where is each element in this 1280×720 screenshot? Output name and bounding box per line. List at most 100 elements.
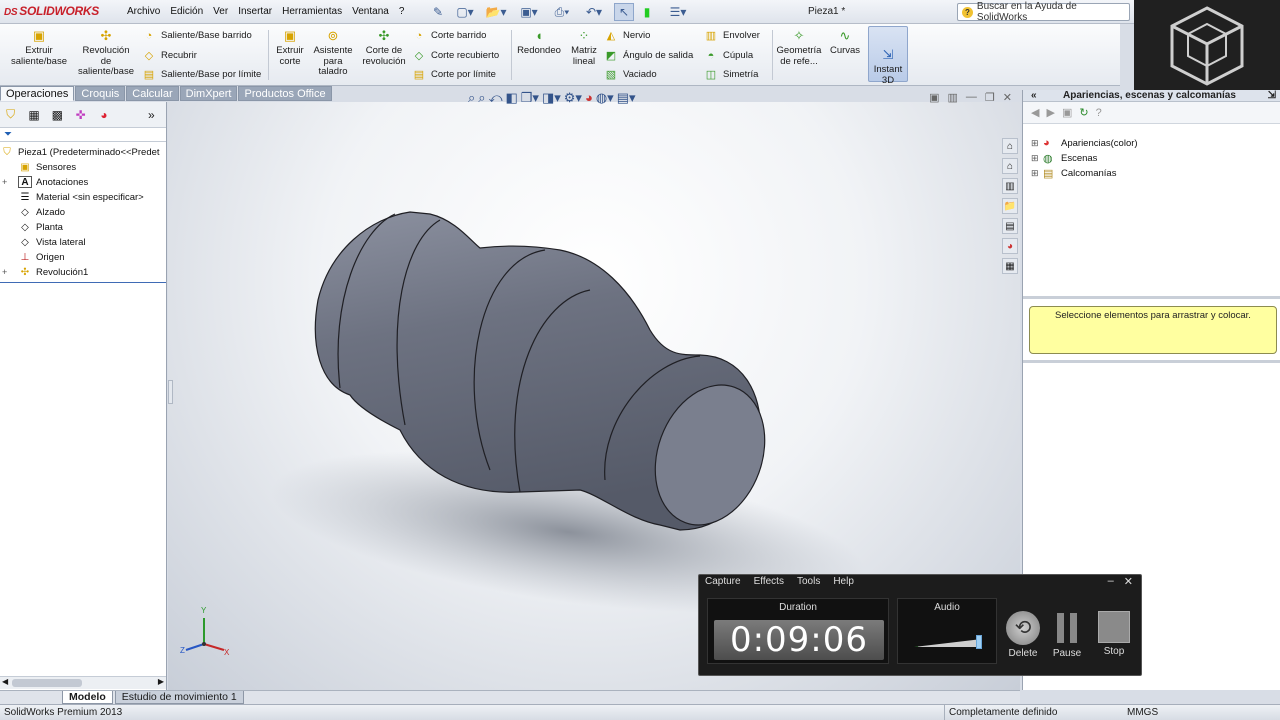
pane-splitter[interactable] xyxy=(1023,360,1280,363)
tree-item-right-plane[interactable]: ◇ Vista lateral xyxy=(8,236,85,248)
help-pane-icon[interactable]: ? xyxy=(1096,107,1102,119)
extrude-cut-button[interactable]: ▣ Extruir corte xyxy=(272,28,308,67)
custom-properties-icon[interactable]: ▦ xyxy=(1002,258,1018,274)
tab-calcular[interactable]: Calcular xyxy=(126,86,179,101)
tab-modelo[interactable]: Modelo xyxy=(62,691,113,704)
recorder-menu-capture[interactable]: Capture xyxy=(705,576,741,587)
menu-ventana[interactable]: Ventana xyxy=(347,0,394,24)
recorder-menu-effects[interactable]: Effects xyxy=(754,576,784,587)
feature-tree-tab-icon[interactable]: ⛉ xyxy=(2,106,19,124)
save-icon[interactable]: ▣▾ xyxy=(516,3,542,21)
expand-scenes-icon[interactable]: ⊞ xyxy=(1031,153,1043,164)
linear-pattern-button[interactable]: ⁘ Matriz lineal xyxy=(566,28,602,67)
property-manager-tab-icon[interactable]: ▦ xyxy=(25,106,42,124)
options-icon[interactable]: ☰▾ xyxy=(664,3,692,21)
recorder-menu-help[interactable]: Help xyxy=(833,576,854,587)
print-icon[interactable]: ⎙▾ xyxy=(550,3,574,21)
tab-operaciones[interactable]: Operaciones xyxy=(0,86,75,101)
shell-button[interactable]: ▧ Vaciado xyxy=(604,68,657,81)
solidworks-resources-icon[interactable]: ⌂ xyxy=(1002,138,1018,154)
menu-insertar[interactable]: Insertar xyxy=(233,0,277,24)
mirror-button[interactable]: ◫ Simetría xyxy=(704,68,759,81)
loft-button[interactable]: ◇ Recubrir xyxy=(142,49,197,62)
boundary-cut-button[interactable]: ▤ Corte por límite xyxy=(412,68,496,81)
display-manager-tab-icon[interactable]: ◕ xyxy=(95,106,112,124)
tree-item-annotations[interactable]: + A Anotaciones xyxy=(2,176,88,188)
filter-icon[interactable]: ⏷ xyxy=(0,128,166,142)
refresh-icon[interactable]: ↻ xyxy=(1079,106,1088,119)
panel-splitter-handle[interactable] xyxy=(168,380,173,404)
delete-button[interactable]: ⟲ Delete xyxy=(1001,611,1045,659)
rib-button[interactable]: ◭ Nervio xyxy=(604,29,651,42)
undo-icon[interactable]: ↶▾ xyxy=(582,3,606,21)
tree-item-scenes[interactable]: ⊞ ◍ Escenas xyxy=(1031,152,1097,165)
new-document-icon[interactable]: ▢▾ xyxy=(454,3,476,21)
pin-task-pane-icon[interactable]: ⇲ xyxy=(1268,90,1276,102)
view-palette-icon[interactable]: ▤ xyxy=(1002,218,1018,234)
expand-panel-icon[interactable]: » xyxy=(143,106,160,124)
dimxpert-manager-tab-icon[interactable]: ✜ xyxy=(72,106,89,124)
horizontal-scrollbar[interactable]: ◀ ▶ xyxy=(0,676,166,689)
rollback-bar[interactable] xyxy=(0,282,166,283)
revolve-boss-button[interactable]: ✣ Revolución de saliente/base xyxy=(76,28,136,78)
draft-button[interactable]: ◩ Ángulo de salida xyxy=(604,49,693,62)
tree-item-appearances[interactable]: ⊞ ◕ Apariencias(color) xyxy=(1031,137,1138,149)
tree-item-material[interactable]: ☰ Material <sin especificar> xyxy=(8,191,144,203)
tree-item-revolve1[interactable]: + ✣ Revolución1 xyxy=(2,266,88,278)
swept-boss-button[interactable]: ◔ Saliente/Base barrido xyxy=(142,29,252,42)
pane-splitter[interactable] xyxy=(1023,296,1280,299)
stop-button[interactable]: Stop xyxy=(1092,611,1136,657)
revolve-cut-button[interactable]: ✣ Corte de revolución xyxy=(360,28,408,67)
expand-annotations-icon[interactable]: + xyxy=(2,177,18,187)
unit-system[interactable]: MMGS xyxy=(1127,705,1158,720)
tab-croquis[interactable]: Croquis xyxy=(75,86,126,101)
extrude-boss-button[interactable]: ▣ Extruir saliente/base xyxy=(8,28,70,67)
rebuild-light-icon[interactable]: ▮ xyxy=(640,3,654,21)
tree-item-origin[interactable]: ⊥ Origen xyxy=(8,251,65,263)
menu-herramientas[interactable]: Herramientas xyxy=(277,0,347,24)
appearances-icon[interactable]: ◕ xyxy=(1002,238,1018,254)
home-icon[interactable]: ⌂ xyxy=(1002,158,1018,174)
dome-button[interactable]: ◓ Cúpula xyxy=(704,49,753,62)
help-search-box[interactable]: ? Buscar en la Ayuda de SolidWorks xyxy=(957,1,1130,23)
curves-button[interactable]: ∿ Curvas xyxy=(826,28,864,57)
solidworks-logo[interactable]: DS SOLIDWORKS xyxy=(4,4,99,18)
add-folder-icon[interactable]: ▣ xyxy=(1062,106,1072,119)
boundary-boss-button[interactable]: ▤ Saliente/Base por límite xyxy=(142,68,262,81)
design-library-icon[interactable]: ▥ xyxy=(1002,178,1018,194)
audio-volume-slider[interactable] xyxy=(976,635,982,649)
open-folder-icon[interactable]: 📂▾ xyxy=(484,3,508,21)
instant3d-button[interactable]: ⇲ Instant 3D xyxy=(868,26,908,85)
recorder-close-icon[interactable]: ✕ xyxy=(1124,575,1133,588)
pause-button[interactable]: Pause xyxy=(1045,611,1089,659)
lofted-cut-button[interactable]: ◇ Corte recubierto xyxy=(412,49,499,62)
select-pointer-icon[interactable]: ↖ xyxy=(614,3,634,21)
tree-item-front-plane[interactable]: ◇ Alzado xyxy=(8,206,65,218)
menu-help[interactable]: ? xyxy=(394,0,410,24)
tree-item-part[interactable]: ⛉ Pieza1 (Predeterminado<<Predet xyxy=(0,146,159,158)
wrap-button[interactable]: ▥ Envolver xyxy=(704,29,760,42)
menu-edicion[interactable]: Edición xyxy=(165,0,208,24)
back-icon[interactable]: ◀ xyxy=(1031,106,1039,119)
tab-motion-study[interactable]: Estudio de movimiento 1 xyxy=(114,691,244,704)
forward-icon[interactable]: ▶ xyxy=(1046,106,1054,119)
fillet-button[interactable]: ◖ Redondeo xyxy=(516,28,562,57)
recorder-minimize-icon[interactable]: – xyxy=(1108,575,1114,588)
pin-icon[interactable]: ✎ xyxy=(430,3,446,21)
tab-productos-office[interactable]: Productos Office xyxy=(238,86,332,101)
hole-wizard-button[interactable]: ⊚ Asistente para taladro xyxy=(310,28,356,78)
configuration-manager-tab-icon[interactable]: ▩ xyxy=(49,106,66,124)
expand-revolve1-icon[interactable]: + xyxy=(2,267,18,277)
reference-geometry-button[interactable]: ✧ Geometría de refe... xyxy=(776,28,822,67)
collapse-task-pane-icon[interactable]: « xyxy=(1031,90,1037,102)
tree-item-sensors[interactable]: ▣ Sensores xyxy=(8,161,76,173)
tree-item-decals[interactable]: ⊞ ▤ Calcomanías xyxy=(1031,167,1116,180)
menu-archivo[interactable]: Archivo xyxy=(122,0,165,24)
swept-cut-button[interactable]: ◔ Corte barrido xyxy=(412,29,487,42)
tree-item-top-plane[interactable]: ◇ Planta xyxy=(8,221,63,233)
expand-decals-icon[interactable]: ⊞ xyxy=(1031,168,1043,179)
file-explorer-icon[interactable]: 📁 xyxy=(1002,198,1018,214)
expand-appearances-icon[interactable]: ⊞ xyxy=(1031,138,1043,149)
tab-dimxpert[interactable]: DimXpert xyxy=(179,86,238,101)
recorder-menu-tools[interactable]: Tools xyxy=(797,576,820,587)
